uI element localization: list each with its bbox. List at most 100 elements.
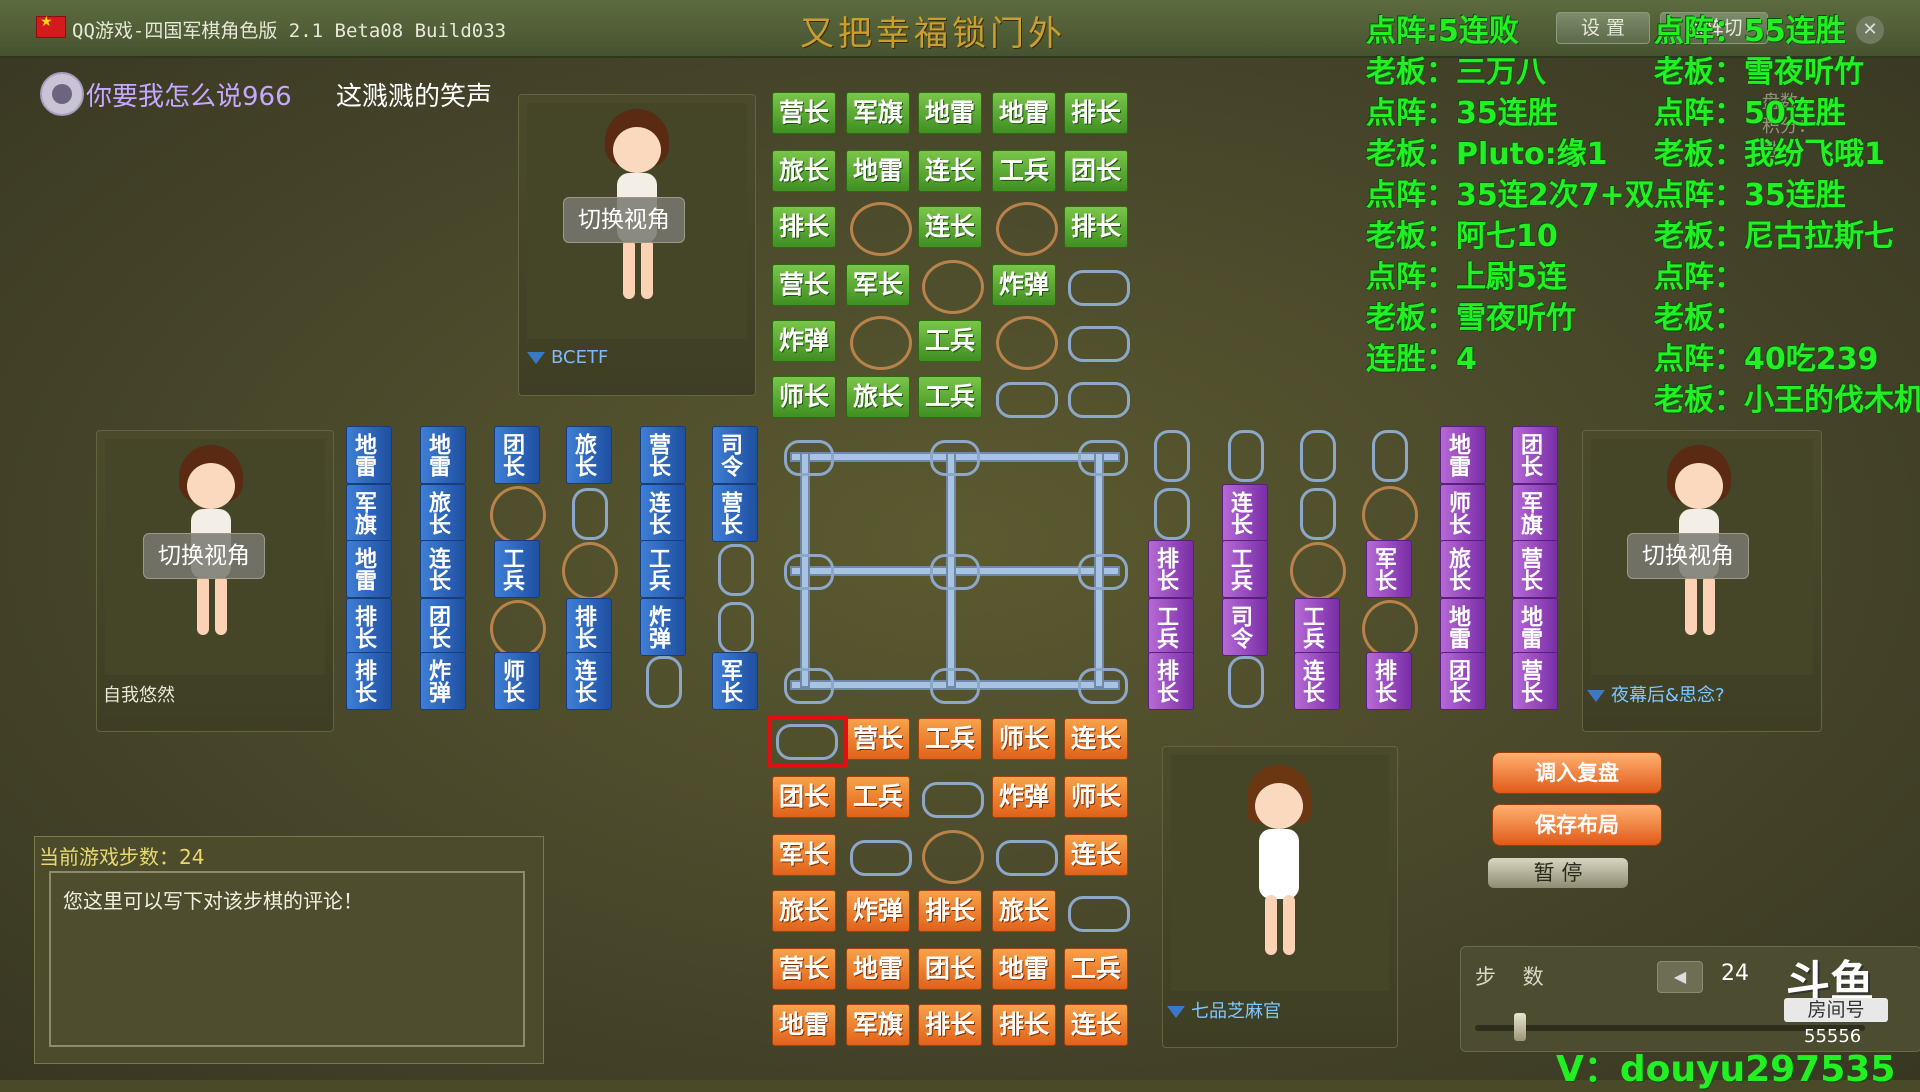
piece-left-3-3[interactable]: 排长 [566, 598, 612, 656]
slot-top-5-4[interactable] [1068, 382, 1130, 418]
piece-right-2-4[interactable]: 旅长 [1440, 540, 1486, 598]
piece-bottom-5-1[interactable]: 军旗 [846, 1004, 910, 1046]
piece-top-3-0[interactable]: 营长 [772, 264, 836, 306]
piece-left-4-0[interactable]: 排长 [346, 652, 392, 710]
piece-top-0-3[interactable]: 地雷 [992, 92, 1056, 134]
comment-input[interactable]: 您这里可以写下对该步棋的评论！ [49, 871, 525, 1047]
piece-right-0-4[interactable]: 地雷 [1440, 426, 1486, 484]
camp-top-4-3[interactable] [996, 316, 1058, 370]
center-node-7[interactable] [930, 668, 980, 704]
slot-bottom-2-3[interactable] [996, 840, 1058, 876]
camp-left-1-2[interactable] [490, 486, 546, 544]
pause-button[interactable]: 暂 停 [1488, 858, 1628, 888]
center-node-3[interactable] [784, 554, 834, 590]
piece-left-0-2[interactable]: 团长 [494, 426, 540, 484]
piece-top-4-0[interactable]: 炸弹 [772, 320, 836, 362]
piece-bottom-1-4[interactable]: 师长 [1064, 776, 1128, 818]
piece-right-3-5[interactable]: 地雷 [1512, 598, 1558, 656]
piece-bottom-1-1[interactable]: 工兵 [846, 776, 910, 818]
piece-right-1-4[interactable]: 师长 [1440, 484, 1486, 542]
piece-top-0-4[interactable]: 排长 [1064, 92, 1128, 134]
slot-top-3-4[interactable] [1068, 270, 1130, 306]
center-node-0[interactable] [784, 440, 834, 476]
center-node-5[interactable] [1078, 554, 1128, 590]
piece-top-2-0[interactable]: 排长 [772, 206, 836, 248]
center-node-2[interactable] [1078, 440, 1128, 476]
piece-bottom-5-0[interactable]: 地雷 [772, 1004, 836, 1046]
piece-bottom-1-0[interactable]: 团长 [772, 776, 836, 818]
piece-top-1-0[interactable]: 旅长 [772, 150, 836, 192]
piece-bottom-1-3[interactable]: 炸弹 [992, 776, 1056, 818]
piece-top-5-2[interactable]: 工兵 [918, 376, 982, 418]
piece-left-0-0[interactable]: 地雷 [346, 426, 392, 484]
piece-top-5-0[interactable]: 师长 [772, 376, 836, 418]
piece-left-1-4[interactable]: 连长 [640, 484, 686, 542]
piece-right-3-1[interactable]: 司令 [1222, 598, 1268, 656]
piece-right-4-2[interactable]: 连长 [1294, 652, 1340, 710]
piece-right-2-1[interactable]: 工兵 [1222, 540, 1268, 598]
piece-bottom-4-2[interactable]: 团长 [918, 948, 982, 990]
piece-left-4-3[interactable]: 连长 [566, 652, 612, 710]
piece-top-3-1[interactable]: 军长 [846, 264, 910, 306]
prev-step-icon[interactable]: ◀ [1657, 961, 1703, 993]
piece-left-1-0[interactable]: 军旗 [346, 484, 392, 542]
slot-left-4-4[interactable] [646, 656, 682, 708]
camp-right-1-3[interactable] [1362, 486, 1418, 544]
camp-left-2-3[interactable] [562, 542, 618, 600]
piece-bottom-2-4[interactable]: 连长 [1064, 834, 1128, 876]
center-node-1[interactable] [930, 440, 980, 476]
piece-right-2-3[interactable]: 军长 [1366, 540, 1412, 598]
piece-right-4-5[interactable]: 营长 [1512, 652, 1558, 710]
piece-bottom-5-2[interactable]: 排长 [918, 1004, 982, 1046]
piece-bottom-5-4[interactable]: 连长 [1064, 1004, 1128, 1046]
piece-bottom-4-1[interactable]: 地雷 [846, 948, 910, 990]
piece-top-1-2[interactable]: 连长 [918, 150, 982, 192]
piece-right-2-5[interactable]: 营长 [1512, 540, 1558, 598]
piece-bottom-0-4[interactable]: 连长 [1064, 718, 1128, 760]
piece-bottom-0-1[interactable]: 营长 [846, 718, 910, 760]
piece-right-3-4[interactable]: 地雷 [1440, 598, 1486, 656]
load-replay-button[interactable]: 调入复盘 [1492, 752, 1662, 794]
slot-right-4-1[interactable] [1228, 656, 1264, 708]
slot-right-0-2[interactable] [1300, 430, 1336, 482]
piece-top-0-0[interactable]: 营长 [772, 92, 836, 134]
piece-top-2-4[interactable]: 排长 [1064, 206, 1128, 248]
piece-bottom-5-3[interactable]: 排长 [992, 1004, 1056, 1046]
slot-top-5-3[interactable] [996, 382, 1058, 418]
camp-top-4-1[interactable] [850, 316, 912, 370]
slot-right-0-3[interactable] [1372, 430, 1408, 482]
piece-left-2-4[interactable]: 工兵 [640, 540, 686, 598]
slot-bottom-3-4[interactable] [1068, 896, 1130, 932]
piece-right-3-0[interactable]: 工兵 [1148, 598, 1194, 656]
piece-left-0-3[interactable]: 旅长 [566, 426, 612, 484]
piece-top-1-4[interactable]: 团长 [1064, 150, 1128, 192]
settings-button[interactable]: 设 置 [1556, 12, 1650, 44]
piece-right-1-1[interactable]: 连长 [1222, 484, 1268, 542]
piece-right-4-3[interactable]: 排长 [1366, 652, 1412, 710]
piece-top-3-3[interactable]: 炸弹 [992, 264, 1056, 306]
switch-view-button-right[interactable]: 切换视角 [1627, 533, 1749, 579]
slot-bottom-2-1[interactable] [850, 840, 912, 876]
piece-top-1-1[interactable]: 地雷 [846, 150, 910, 192]
piece-top-2-2[interactable]: 连长 [918, 206, 982, 248]
camp-bottom-2-2[interactable] [922, 830, 984, 884]
piece-left-4-1[interactable]: 炸弹 [420, 652, 466, 710]
piece-left-2-2[interactable]: 工兵 [494, 540, 540, 598]
slot-left-1-3[interactable] [572, 488, 608, 540]
piece-bottom-4-4[interactable]: 工兵 [1064, 948, 1128, 990]
camp-top-2-1[interactable] [850, 202, 912, 256]
piece-left-4-5[interactable]: 军长 [712, 652, 758, 710]
piece-left-0-1[interactable]: 地雷 [420, 426, 466, 484]
piece-left-2-1[interactable]: 连长 [420, 540, 466, 598]
center-node-4[interactable] [930, 554, 980, 590]
camp-right-3-3[interactable] [1362, 600, 1418, 658]
slot-bottom-1-2[interactable] [922, 782, 984, 818]
slot-right-0-0[interactable] [1154, 430, 1190, 482]
piece-left-3-0[interactable]: 排长 [346, 598, 392, 656]
piece-right-1-5[interactable]: 军旗 [1512, 484, 1558, 542]
piece-right-3-2[interactable]: 工兵 [1294, 598, 1340, 656]
piece-right-4-4[interactable]: 团长 [1440, 652, 1486, 710]
piece-left-0-4[interactable]: 营长 [640, 426, 686, 484]
piece-bottom-4-0[interactable]: 营长 [772, 948, 836, 990]
piece-left-4-2[interactable]: 师长 [494, 652, 540, 710]
